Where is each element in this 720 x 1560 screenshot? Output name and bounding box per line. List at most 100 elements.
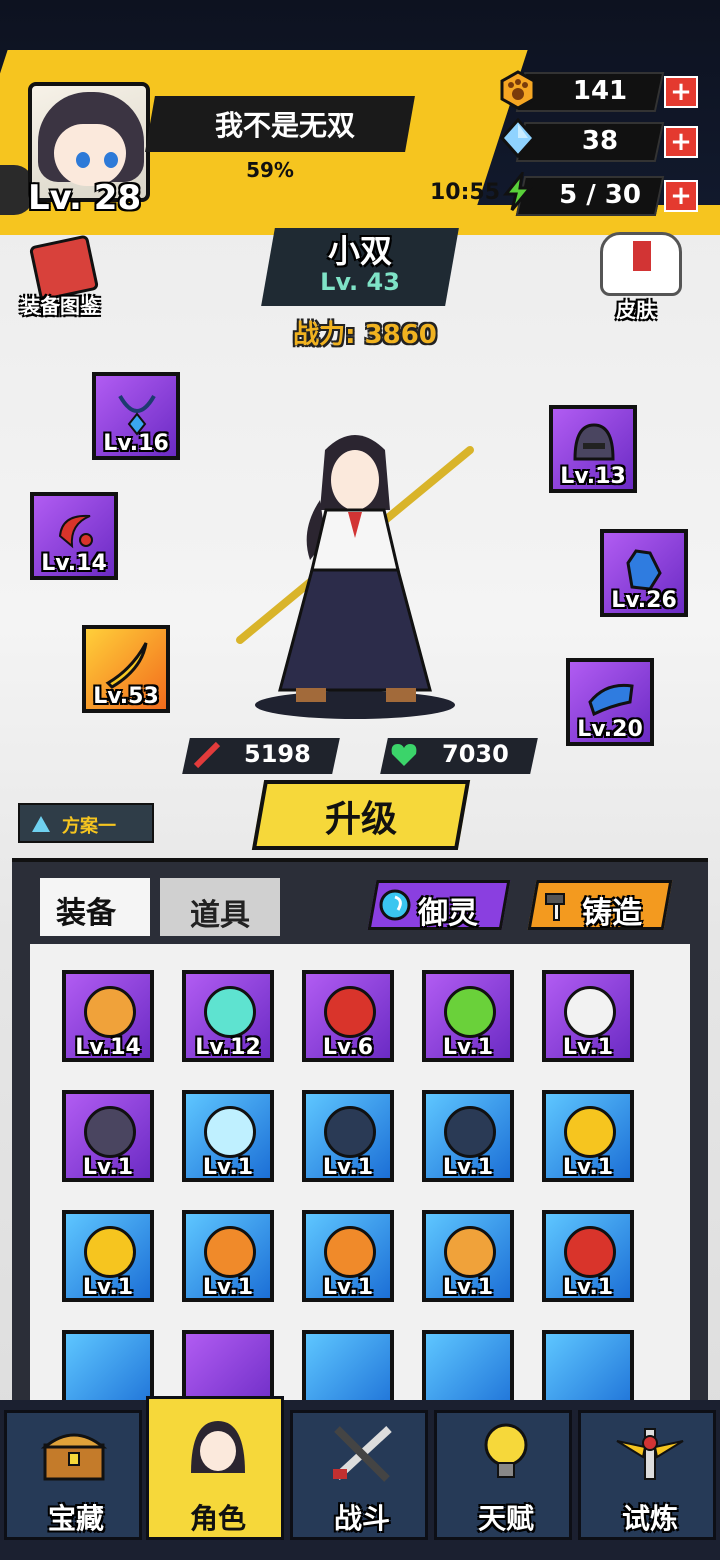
nav-battle-label: 战斗 <box>333 1502 390 1535</box>
tab-items[interactable]: 道具 <box>190 890 250 934</box>
gold-ring-icon <box>84 1226 136 1278</box>
winged-sword-icon <box>616 1428 684 1480</box>
equipped-level: Lv.53 <box>93 684 159 709</box>
inventory-item[interactable]: Lv.1 <box>182 1210 274 1302</box>
health-value: 7030 <box>442 740 509 768</box>
light-sword-icon <box>204 1106 256 1158</box>
nav-treasure[interactable]: 宝藏 <box>4 1410 142 1540</box>
dragon-ring-icon <box>324 1226 376 1278</box>
avatar-eye <box>76 152 90 168</box>
add-paw-coin-button[interactable]: + <box>664 76 698 108</box>
avatar-eye <box>104 152 118 168</box>
red-scarf-icon <box>564 1226 616 1278</box>
inventory-item-level: Lv.1 <box>82 1155 134 1180</box>
helmet-icon <box>84 1106 136 1158</box>
add-gem-button[interactable]: + <box>664 126 698 158</box>
equipped-level: Lv.14 <box>41 551 107 576</box>
inventory-item[interactable]: Lv.1 <box>542 970 634 1062</box>
gold-ring-icon <box>564 1106 616 1158</box>
inventory-item[interactable]: Lv.6 <box>302 970 394 1062</box>
inventory-item-level: Lv.1 <box>442 1035 494 1060</box>
golden-blade-icon <box>105 642 148 689</box>
red-scarf-icon <box>324 986 376 1038</box>
ring-icon <box>58 514 93 549</box>
hero-character <box>236 435 474 719</box>
add-stamina-button[interactable]: + <box>664 180 698 212</box>
nav-character[interactable]: 角色 <box>146 1396 284 1540</box>
inventory-item[interactable]: Lv.1 <box>542 1210 634 1302</box>
paw-coin-icon <box>500 70 536 110</box>
spirit-swirl-icon <box>379 889 411 921</box>
inventory-item[interactable]: Lv.1 <box>422 970 514 1062</box>
forge-label: 铸造 <box>582 896 642 931</box>
inventory-item[interactable]: Lv.1 <box>182 1090 274 1182</box>
inventory-item-level: Lv.1 <box>202 1155 254 1180</box>
helmet-icon <box>573 423 615 461</box>
inventory-item-level: Lv.1 <box>562 1035 614 1060</box>
equipment-codex-button[interactable]: 装备图鉴 <box>20 290 100 319</box>
necklace-icon <box>118 394 156 436</box>
tab-equipment[interactable]: 装备 <box>56 888 116 932</box>
nav-battle[interactable]: 战斗 <box>290 1410 428 1540</box>
inventory-item[interactable]: Lv.1 <box>542 1090 634 1182</box>
inventory-item-level: Lv.6 <box>322 1035 374 1060</box>
inventory-item[interactable]: Lv.12 <box>182 970 274 1062</box>
inventory-item-level: Lv.14 <box>75 1035 141 1060</box>
attack-value: 5198 <box>244 740 311 768</box>
paw-coin-count: 141 <box>572 76 628 106</box>
character-head-icon <box>191 1421 245 1473</box>
stamina-timer: 10:55 <box>430 180 501 205</box>
inventory-item[interactable]: Lv.1 <box>422 1090 514 1182</box>
plan-label: 方案一 <box>62 816 116 837</box>
inventory-item[interactable]: Lv.14 <box>62 970 154 1062</box>
inventory-item-level: Lv.1 <box>322 1275 374 1300</box>
orange-necklace-icon <box>84 986 136 1038</box>
dark-blade-icon <box>324 1106 376 1158</box>
inventory-item-level: Lv.12 <box>195 1035 261 1060</box>
hero-power: 战力: 3860 <box>293 320 437 350</box>
inventory-item-level: Lv.1 <box>562 1155 614 1180</box>
equipped-level: Lv.13 <box>560 464 626 489</box>
equipped-gloves-slot[interactable]: Lv.26 <box>600 529 688 617</box>
equipped-boots-slot[interactable]: Lv.20 <box>566 658 654 746</box>
hero-name: 小双 <box>327 232 392 270</box>
equipped-helmet-slot[interactable]: Lv.13 <box>549 405 637 493</box>
inventory-item-level: Lv.1 <box>442 1155 494 1180</box>
hero-level: Lv. 43 <box>320 268 400 296</box>
lightbulb-icon <box>484 1423 528 1478</box>
lightning-icon <box>502 172 534 211</box>
treasure-chest-icon <box>40 1433 108 1481</box>
nav-talent[interactable]: 天赋 <box>434 1410 572 1540</box>
inventory-item[interactable]: Lv.1 <box>302 1090 394 1182</box>
crossed-swords-icon <box>333 1426 392 1482</box>
inventory-item-level: Lv.1 <box>202 1275 254 1300</box>
equipped-necklace-slot[interactable]: Lv.16 <box>92 372 180 460</box>
nav-treasure-label: 宝藏 <box>47 1502 104 1535</box>
inventory-item-level: Lv.1 <box>562 1275 614 1300</box>
gem-icon <box>499 118 537 158</box>
stamina-count: 5 / 30 <box>559 180 641 210</box>
player-name: 我不是无双 <box>214 109 355 142</box>
inventory-item[interactable]: Lv.1 <box>62 1210 154 1302</box>
spirit-label: 御灵 <box>418 896 478 931</box>
equipped-level: Lv.26 <box>611 588 677 613</box>
hammer-icon <box>545 893 565 921</box>
equipped-level: Lv.16 <box>103 431 169 456</box>
inventory-item-level: Lv.1 <box>442 1275 494 1300</box>
equipped-ring-slot[interactable]: Lv.14 <box>30 492 118 580</box>
nav-trial-label: 试炼 <box>621 1502 678 1535</box>
gem-count: 38 <box>581 126 619 156</box>
sword-icon <box>193 741 221 769</box>
equipped-weapon-slot[interactable]: Lv.53 <box>82 625 170 713</box>
skin-button[interactable]: 皮肤 <box>616 294 656 323</box>
inventory-item[interactable]: Lv.1 <box>62 1090 154 1182</box>
uniform-icon[interactable] <box>600 232 682 296</box>
inventory-item[interactable]: Lv.1 <box>422 1210 514 1302</box>
inventory-item-level: Lv.1 <box>82 1275 134 1300</box>
nav-trial[interactable]: 试炼 <box>578 1410 716 1540</box>
inventory-item[interactable]: Lv.1 <box>302 1210 394 1302</box>
heart-icon <box>391 744 417 766</box>
triangle-up-icon <box>32 816 50 832</box>
orange-necklace-icon <box>444 1226 496 1278</box>
nav-talent-label: 天赋 <box>477 1502 534 1535</box>
